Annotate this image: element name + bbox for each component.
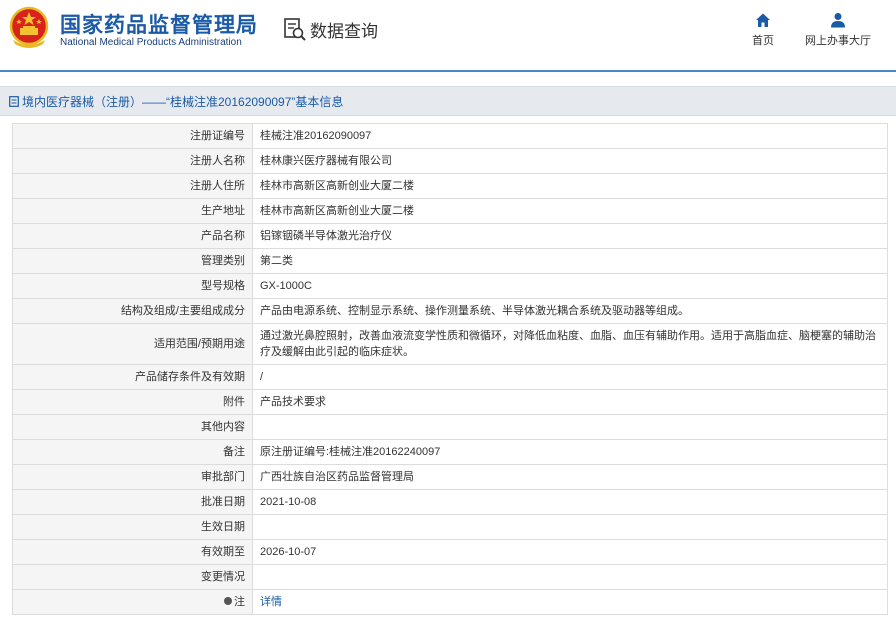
header-divider xyxy=(0,70,896,72)
table-row: 生产地址 桂林市高新区高新创业大厦二楼 xyxy=(12,198,888,224)
table-row: 附件 产品技术要求 xyxy=(12,389,888,415)
site-title-english: National Medical Products Administration xyxy=(60,37,242,48)
row-value: 广西壮族自治区药品监督管理局 xyxy=(252,464,888,490)
row-value: 产品由电源系统、控制显示系统、操作测量系统、半导体激光耦合系统及驱动器等组成。 xyxy=(252,298,888,324)
row-value: 详情 xyxy=(252,589,888,615)
table-row: 适用范围/预期用途 通过激光鼻腔照射，改善血液流变学性质和微循环，对降低血粘度、血… xyxy=(12,323,888,365)
site-header: 国家药品监督管理局 National Medical Products Admi… xyxy=(0,0,896,70)
row-label: 生产地址 xyxy=(12,198,253,224)
row-label: 注册人名称 xyxy=(12,148,253,174)
breadcrumb-bar: 境内医疗器械（注册）——“桂械注准20162090097”基本信息 xyxy=(0,86,896,116)
table-row: 有效期至 2026-10-07 xyxy=(12,539,888,565)
note-label: 注 xyxy=(234,596,245,608)
nav-hall-label: 网上办事大厅 xyxy=(805,35,871,47)
row-value: / xyxy=(252,364,888,390)
table-row: 变更情况 xyxy=(12,564,888,590)
row-value: 原注册证编号:桂械注准20162240097 xyxy=(252,439,888,465)
row-label-note: 注 xyxy=(12,589,253,615)
device-info-table: 注册证编号 桂械注准20162090097 注册人名称 桂林康兴医疗器械有限公司 注… xyxy=(12,123,888,615)
note-dot-icon xyxy=(224,597,232,605)
breadcrumb: 境内医疗器械（注册）——“桂械注准20162090097”基本信息 xyxy=(9,93,343,110)
row-label: 其他内容 xyxy=(12,414,253,440)
table-row: 产品名称 铝镓铟磷半导体激光治疗仪 xyxy=(12,223,888,249)
table-row: 型号规格 GX-1000C xyxy=(12,273,888,299)
nav-home-label: 首页 xyxy=(752,35,774,47)
row-value: 桂林市高新区高新创业大厦二楼 xyxy=(252,198,888,224)
row-value: 桂林市高新区高新创业大厦二楼 xyxy=(252,173,888,199)
data-query-icon xyxy=(284,18,306,41)
row-label: 产品名称 xyxy=(12,223,253,249)
row-label: 产品储存条件及有效期 xyxy=(12,364,253,390)
home-icon xyxy=(756,13,770,27)
row-value: 2026-10-07 xyxy=(252,539,888,565)
breadcrumb-text: 境内医疗器械（注册）——“桂械注准20162090097”基本信息 xyxy=(22,95,344,109)
row-label: 型号规格 xyxy=(12,273,253,299)
table-row: 注册人住所 桂林市高新区高新创业大厦二楼 xyxy=(12,173,888,199)
site-title[interactable]: 国家药品监督管理局 xyxy=(60,9,258,39)
row-value: 通过激光鼻腔照射，改善血液流变学性质和微循环，对降低血粘度、血脂、血压有辅助作用… xyxy=(252,323,888,365)
table-row: 批准日期 2021-10-08 xyxy=(12,489,888,515)
nav-online-service-hall[interactable]: 网上办事大厅 xyxy=(805,12,871,48)
table-row: 审批部门 广西壮族自治区药品监督管理局 xyxy=(12,464,888,490)
row-value: 桂械注准20162090097 xyxy=(252,123,888,149)
user-icon xyxy=(831,13,845,28)
table-row: 结构及组成/主要组成成分 产品由电源系统、控制显示系统、操作测量系统、半导体激光耦… xyxy=(12,298,888,324)
row-label: 有效期至 xyxy=(12,539,253,565)
row-value xyxy=(252,564,888,590)
row-value: 铝镓铟磷半导体激光治疗仪 xyxy=(252,223,888,249)
table-row: 管理类别 第二类 xyxy=(12,248,888,274)
row-value: 产品技术要求 xyxy=(252,389,888,415)
row-label: 备注 xyxy=(12,439,253,465)
national-emblem-icon xyxy=(9,6,49,48)
row-value xyxy=(252,514,888,540)
row-label: 适用范围/预期用途 xyxy=(12,323,253,365)
table-row: 生效日期 xyxy=(12,514,888,540)
details-link[interactable]: 详情 xyxy=(260,596,282,608)
table-row: 注册证编号 桂械注准20162090097 xyxy=(12,123,888,149)
row-value: 第二类 xyxy=(252,248,888,274)
table-row: 注 详情 xyxy=(12,589,888,615)
row-value: 2021-10-08 xyxy=(252,489,888,515)
row-value: 桂林康兴医疗器械有限公司 xyxy=(252,148,888,174)
table-row: 其他内容 xyxy=(12,414,888,440)
table-row: 注册人名称 桂林康兴医疗器械有限公司 xyxy=(12,148,888,174)
row-label: 结构及组成/主要组成成分 xyxy=(12,298,253,324)
row-value: GX-1000C xyxy=(252,273,888,299)
row-label: 变更情况 xyxy=(12,564,253,590)
table-row: 产品储存条件及有效期 / xyxy=(12,364,888,390)
row-label: 管理类别 xyxy=(12,248,253,274)
document-icon xyxy=(9,96,19,107)
row-label: 注册人住所 xyxy=(12,173,253,199)
table-row: 备注 原注册证编号:桂械注准20162240097 xyxy=(12,439,888,465)
row-label: 生效日期 xyxy=(12,514,253,540)
row-value xyxy=(252,414,888,440)
row-label: 注册证编号 xyxy=(12,123,253,149)
section-title: 数据查询 xyxy=(310,22,378,41)
row-label: 批准日期 xyxy=(12,489,253,515)
nav-home[interactable]: 首页 xyxy=(751,12,775,48)
row-label: 审批部门 xyxy=(12,464,253,490)
row-label: 附件 xyxy=(12,389,253,415)
